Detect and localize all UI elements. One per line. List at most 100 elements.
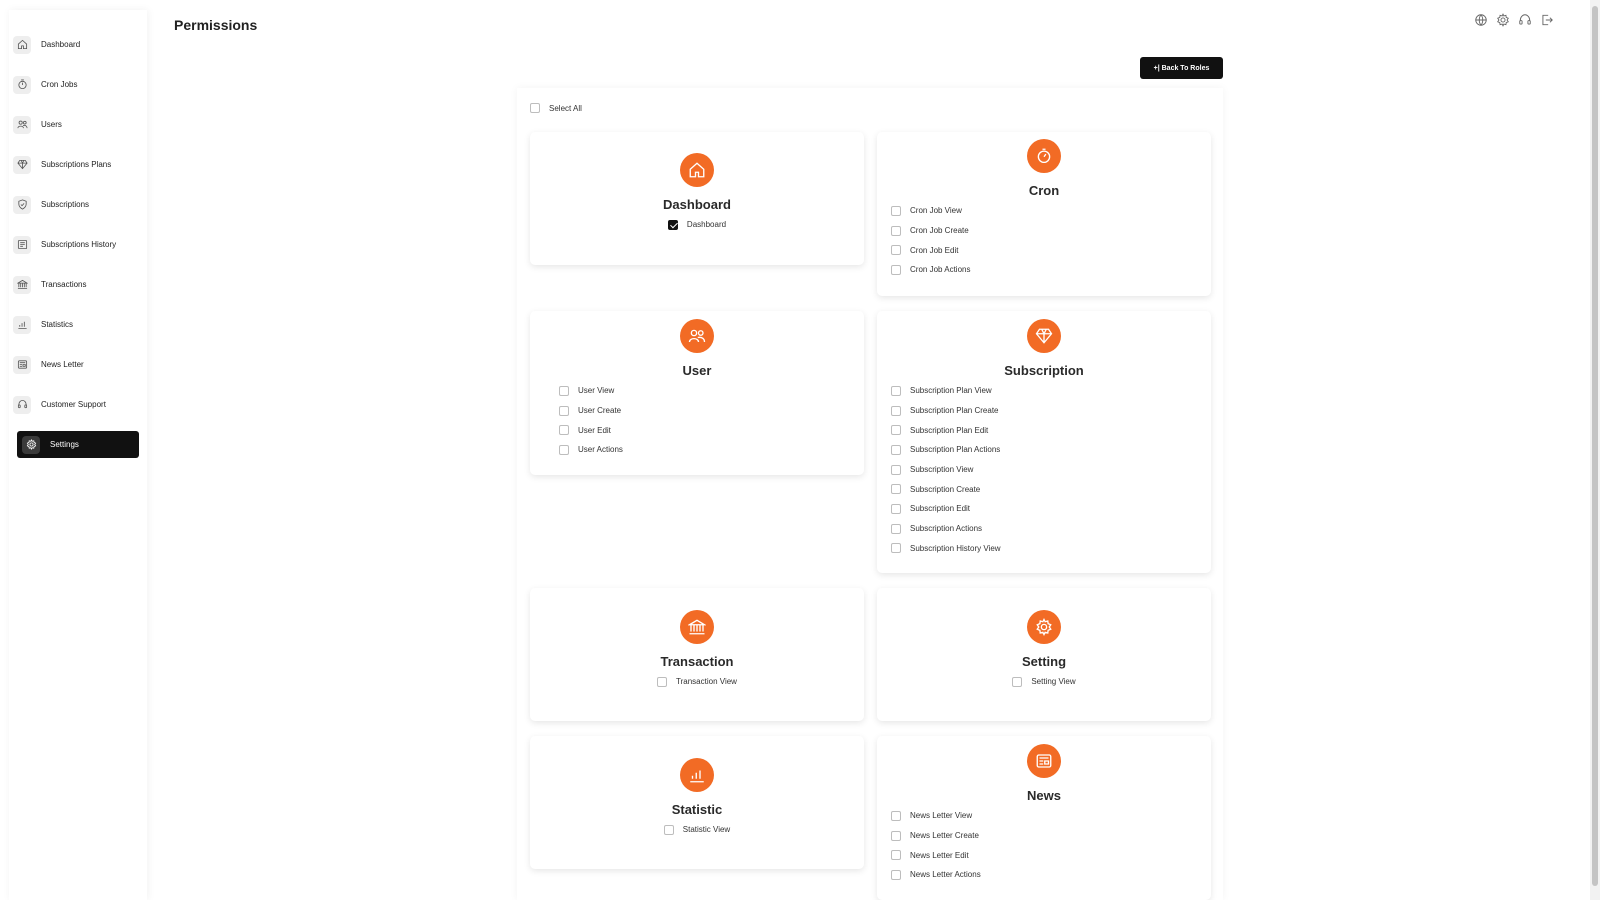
perm-label: Subscription Plan View [910,386,992,396]
perm-cron-job-actions[interactable]: Cron Job Actions [891,260,1197,280]
perm-checkbox[interactable] [891,385,901,396]
perm-checkbox[interactable] [891,503,901,514]
perm-checkbox[interactable] [891,810,901,821]
bank-icon [680,610,714,644]
perm-checkbox[interactable] [891,425,901,436]
perm-checkbox[interactable] [891,464,901,475]
perm-cron-job-view[interactable]: Cron Job View [891,201,1197,221]
perm-news-letter-actions[interactable]: News Letter Actions [891,865,1197,885]
perm-transaction-view[interactable]: Transaction View [544,672,850,692]
perm-checkbox[interactable] [891,264,901,275]
perm-subscription-edit[interactable]: Subscription Edit [891,499,1197,519]
sidebar-item-cron-jobs[interactable]: Cron Jobs [8,71,130,98]
perm-checkbox[interactable] [891,543,901,554]
perm-news-letter-edit[interactable]: News Letter Edit [891,845,1197,865]
perm-label: Transaction View [676,677,737,687]
perm-checkbox[interactable] [667,219,678,230]
users-icon [13,115,31,134]
perm-label: Subscription Actions [910,524,983,534]
perm-checkbox[interactable] [657,676,668,687]
perm-checkbox[interactable] [891,245,901,256]
perm-label: User View [578,386,615,396]
perm-checkbox[interactable] [559,405,569,416]
perm-user-view[interactable]: User View [559,381,850,401]
back-to-roles-button[interactable]: +| Back To Roles [1140,57,1223,79]
scrollbar-thumb[interactable] [1592,6,1598,886]
card-title: Statistic [671,802,723,817]
perm-checkbox[interactable] [891,484,901,495]
sidebar-item-subscriptions[interactable]: Subscriptions [8,191,130,218]
perm-subscription-create[interactable]: Subscription Create [891,479,1197,499]
perm-checkbox[interactable] [1012,676,1023,687]
perm-statistic-view[interactable]: Statistic View [544,820,850,840]
perm-user-create[interactable]: User Create [559,401,850,421]
perm-subscription-plan-view[interactable]: Subscription Plan View [891,381,1197,401]
perm-checkbox[interactable] [891,444,901,455]
perm-checkbox[interactable] [891,869,901,880]
select-all-label: Select All [549,103,582,113]
logout-icon[interactable] [1540,13,1554,27]
sidebar-item-subscriptions-history[interactable]: Subscriptions History [8,231,130,258]
sidebar-item-news-letter[interactable]: News Letter [8,351,130,378]
perm-checkbox[interactable] [559,385,569,396]
perm-dashboard[interactable]: Dashboard [544,215,850,235]
sidebar-item-customer-support[interactable]: Customer Support [8,391,130,418]
page-title: Permissions [174,17,258,33]
perm-user-actions[interactable]: User Actions [559,440,850,460]
perm-label: User Actions [578,445,623,455]
perm-subscription-history-view[interactable]: Subscription History View [891,539,1197,559]
perm-label: News Letter Actions [910,870,981,880]
sidebar-item-dashboard[interactable]: Dashboard [8,31,130,58]
perm-label: Subscription History View [910,543,1001,553]
select-all[interactable]: Select All [530,103,582,113]
perm-subscription-actions[interactable]: Subscription Actions [891,519,1197,539]
card-title: News [1027,788,1061,803]
perm-checkbox[interactable] [891,850,901,861]
perm-label: Subscription View [910,465,974,475]
perm-cron-job-edit[interactable]: Cron Job Edit [891,240,1197,260]
sidebar-item-label: Statistics [41,320,74,329]
perm-subscription-plan-actions[interactable]: Subscription Plan Actions [891,440,1197,460]
sidebar-item-transactions[interactable]: Transactions [8,271,130,298]
perm-checkbox[interactable] [891,830,901,841]
newspaper-icon [1027,744,1061,778]
perm-subscription-view[interactable]: Subscription View [891,460,1197,480]
home-icon [680,153,714,187]
perm-checkbox[interactable] [891,523,901,534]
sidebar-item-settings[interactable]: Settings [17,431,139,458]
perm-cron-job-create[interactable]: Cron Job Create [891,221,1197,241]
perm-label: Subscription Plan Actions [910,445,1001,455]
perm-subscription-plan-create[interactable]: Subscription Plan Create [891,401,1197,421]
perm-subscription-plan-edit[interactable]: Subscription Plan Edit [891,420,1197,440]
globe-icon[interactable] [1474,13,1488,27]
card-news: News News Letter View News Letter Create… [877,736,1211,900]
headset-icon[interactable] [1518,13,1532,27]
sidebar-item-statistics[interactable]: Statistics [8,311,130,338]
gear-icon[interactable] [1496,13,1510,27]
card-transaction: Transaction Transaction View [530,588,864,721]
perm-label: Cron Job Create [910,226,969,236]
users-icon [680,319,714,353]
diamond-icon [13,155,31,174]
headset-icon [13,395,31,414]
perm-checkbox[interactable] [891,405,901,416]
select-all-checkbox[interactable] [530,103,540,113]
perm-setting-view[interactable]: Setting View [891,672,1197,692]
gear-icon [22,435,40,454]
perm-checkbox[interactable] [559,425,569,436]
perm-checkbox[interactable] [663,824,674,835]
perm-news-letter-create[interactable]: News Letter Create [891,826,1197,846]
perm-news-letter-view[interactable]: News Letter View [891,806,1197,826]
perm-user-edit[interactable]: User Edit [559,420,850,440]
home-icon [13,35,31,54]
perm-checkbox[interactable] [559,444,569,455]
sidebar-item-subscriptions-plans[interactable]: Subscriptions Plans [8,151,130,178]
perm-label: Subscription Edit [910,504,971,514]
perm-checkbox[interactable] [891,225,901,236]
perm-checkbox[interactable] [891,205,901,216]
sidebar-item-users[interactable]: Users [8,111,130,138]
timer-icon [13,75,31,94]
card-title: Transaction [660,654,734,669]
card-subscription: Subscription Subscription Plan View Subs… [877,311,1211,573]
gear-icon [1027,610,1061,644]
